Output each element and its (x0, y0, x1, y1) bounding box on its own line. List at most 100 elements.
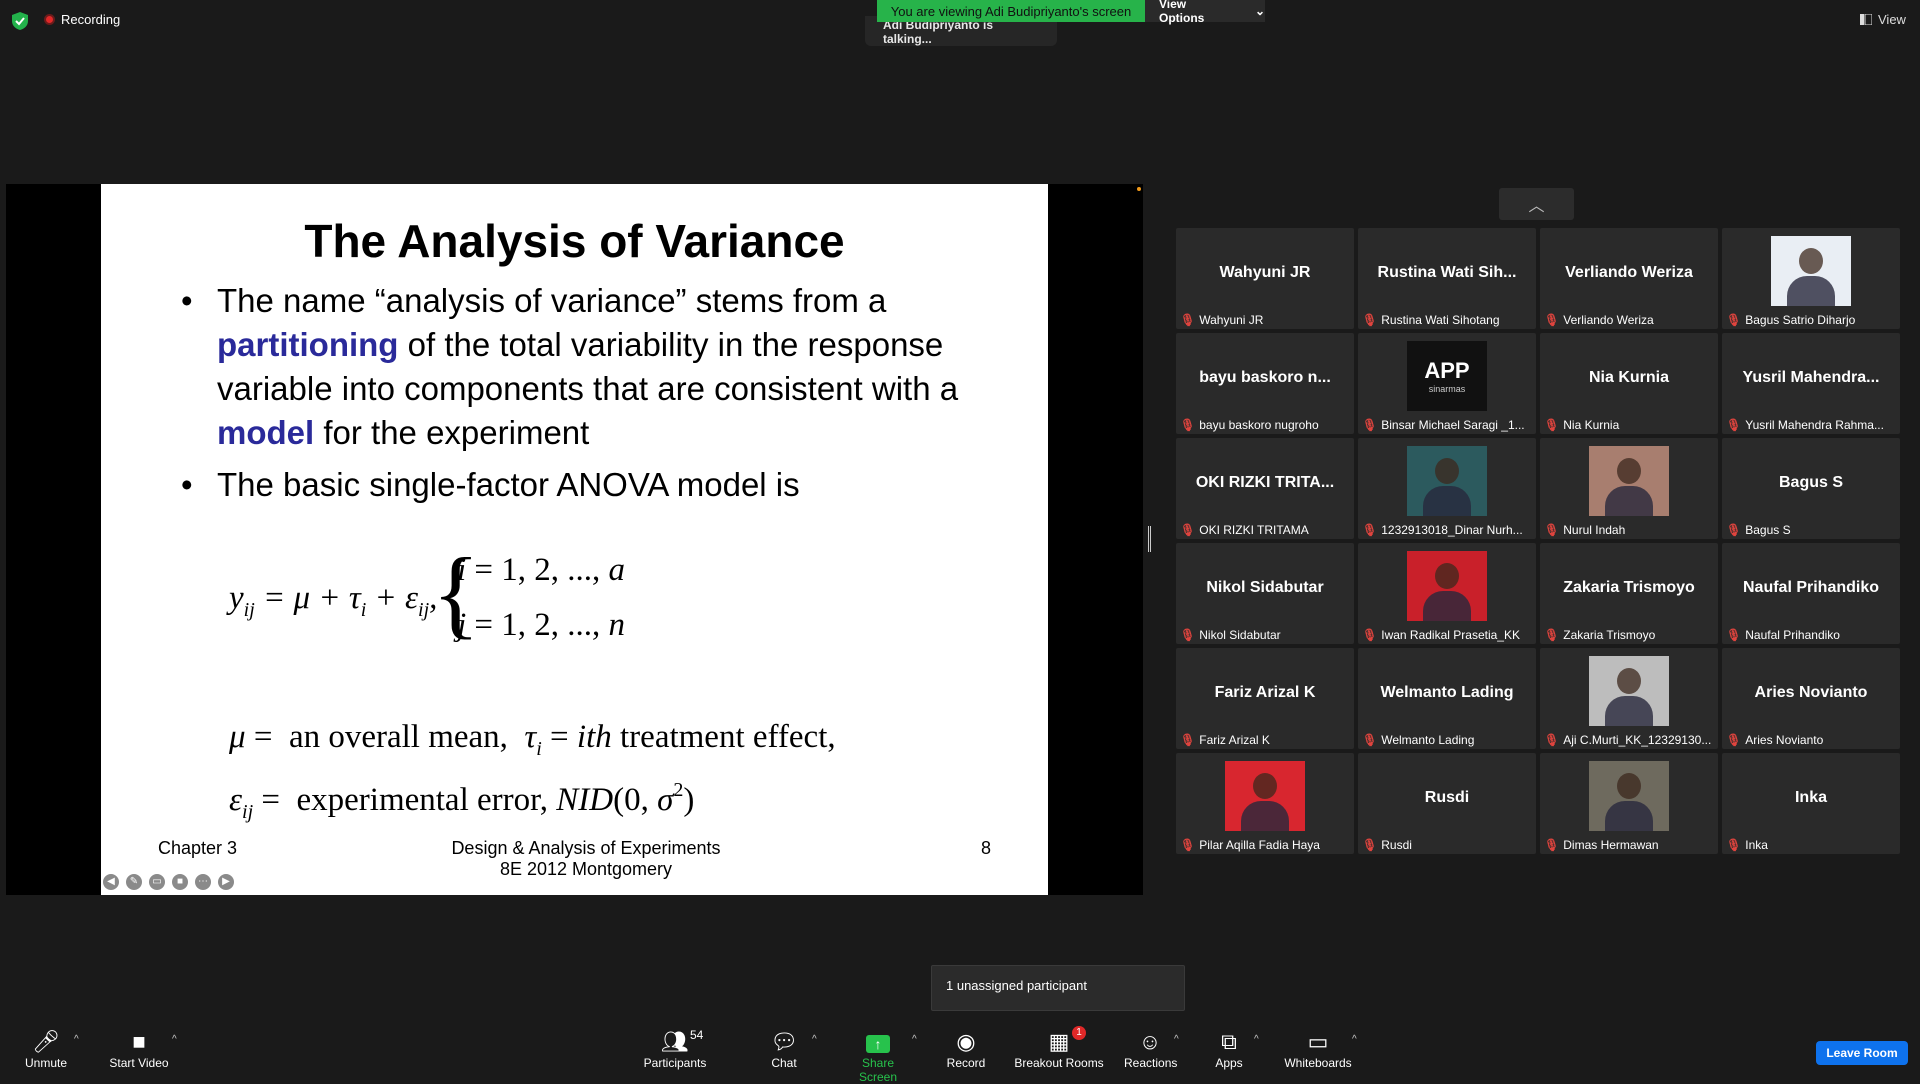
participant-display-name: Inka (1794, 789, 1827, 806)
record-button[interactable]: ◉ Record (946, 1030, 986, 1071)
chat-options-caret-icon[interactable]: ^ (812, 1034, 817, 1045)
participant-tile[interactable]: 🎙︎ Aji C.Murti_KK_12329130... (1540, 648, 1718, 749)
participant-tile[interactable]: 🎙︎ Pilar Aqilla Fadia Haya (1176, 753, 1354, 854)
participant-photo (1771, 236, 1851, 306)
participant-tile[interactable]: Wahyuni JR 🎙︎ Wahyuni JR (1176, 228, 1354, 329)
unmute-button[interactable]: 🎤︎ Unmute (22, 1030, 70, 1071)
participants-button[interactable]: 👥︎ 54 Participants (640, 1028, 710, 1070)
participant-tile[interactable]: 🎙︎ Iwan Radikal Prasetia_KK (1358, 543, 1536, 644)
view-button[interactable]: View (1860, 12, 1906, 27)
apps-options-caret-icon[interactable]: ^ (1254, 1034, 1259, 1045)
unassigned-participant-tooltip: 1 unassigned participant (931, 965, 1185, 1011)
layout-icon (1860, 14, 1872, 25)
participant-tile[interactable]: bayu baskoro n... 🎙︎ bayu baskoro nugroho (1176, 333, 1354, 434)
chevron-down-icon: ⌄ (1254, 4, 1265, 18)
epsilon-definition: εij = experimental error, NID(0, σ2) (229, 779, 695, 823)
recording-indicator[interactable]: Recording (44, 12, 120, 27)
microphone-muted-icon: 🎙︎ (1544, 418, 1560, 432)
panel-splitter-handle[interactable] (1148, 526, 1151, 552)
reactions-button[interactable]: ☺ Reactions (1124, 1029, 1177, 1071)
participant-tile[interactable]: Zakaria Trismoyo 🎙︎ Zakaria Trismoyo (1540, 543, 1718, 644)
participant-name: Wahyuni JR (1199, 313, 1264, 327)
participant-tile[interactable]: OKI RIZKI TRITA... 🎙︎ OKI RIZKI TRITAMA (1176, 438, 1354, 539)
record-label: Record (946, 1056, 986, 1070)
slide-controls: ◀ ✎ ▭ ■ ⋯ ▶ (103, 874, 234, 890)
whiteboards-button[interactable]: ▭ Whiteboards (1284, 1030, 1352, 1071)
share-screen-button[interactable]: ↑ Share Screen (842, 1030, 914, 1084)
participant-tile[interactable]: Verliando Weriza 🎙︎ Verliando Weriza (1540, 228, 1718, 329)
gallery-page-up-button[interactable]: ︿ (1499, 188, 1574, 220)
reactions-options-caret-icon[interactable]: ^ (1174, 1034, 1179, 1045)
participant-display-name: Nikol Sidabutar (1206, 579, 1324, 596)
tooltip-label: 1 unassigned participant (946, 978, 1087, 993)
captions-icon[interactable]: ▭ (149, 874, 165, 890)
participant-display-name: Verliando Weriza (1565, 264, 1693, 281)
reactions-icon: ☺ (1138, 1029, 1162, 1054)
participant-name-label: 🎙︎ Yusril Mahendra Rahma... (1726, 418, 1884, 432)
participant-name: Inka (1745, 838, 1768, 852)
participant-tile[interactable]: 🎙︎ Bagus Satrio Diharjo (1722, 228, 1900, 329)
bullet2-text: The basic single-factor ANOVA model is (217, 466, 800, 503)
silhouette-head (1253, 773, 1277, 799)
participant-tile[interactable]: Aries Novianto 🎙︎ Aries Novianto (1722, 648, 1900, 749)
silhouette-head (1617, 668, 1641, 694)
security-shield-icon[interactable] (12, 12, 28, 30)
participant-tile[interactable]: 🎙︎ 1232913018_Dinar Nurh... (1358, 438, 1536, 539)
participant-tile[interactable]: Nikol Sidabutar 🎙︎ Nikol Sidabutar (1176, 543, 1354, 644)
silhouette-head (1799, 248, 1823, 274)
participant-tile[interactable]: APP sinarmas 🎙︎ Binsar Michael Saragi _1... (1358, 333, 1536, 434)
video-options-caret-icon[interactable]: ^ (172, 1034, 177, 1045)
audio-options-caret-icon[interactable]: ^ (74, 1034, 79, 1045)
microphone-muted-icon: 🎙︎ (1726, 523, 1742, 537)
breakout-rooms-badge: 1 (1072, 1026, 1086, 1040)
participant-name: OKI RIZKI TRITAMA (1199, 523, 1309, 537)
participant-tile[interactable]: Welmanto Lading 🎙︎ Welmanto Lading (1358, 648, 1536, 749)
participant-name-label: 🎙︎ Aji C.Murti_KK_12329130... (1544, 733, 1711, 747)
apps-button[interactable]: ⧉ Apps (1213, 1029, 1245, 1071)
participant-tile[interactable]: Bagus S 🎙︎ Bagus S (1722, 438, 1900, 539)
participant-tile[interactable]: Inka 🎙︎ Inka (1722, 753, 1900, 854)
participant-tile[interactable]: Rustina Wati Sih... 🎙︎ Rustina Wati Sihota… (1358, 228, 1536, 329)
microphone-muted-icon: 🎙︎ (1362, 838, 1378, 852)
view-options-button[interactable]: View Options ⌄ (1145, 0, 1265, 25)
camera-off-icon[interactable]: ■ (172, 874, 188, 890)
view-label: View (1878, 12, 1906, 27)
silhouette-body (1423, 591, 1471, 621)
whiteboards-options-caret-icon[interactable]: ^ (1352, 1034, 1357, 1045)
microphone-muted-icon: 🎙︎ (1180, 628, 1196, 642)
breakout-rooms-button[interactable]: ▦ 1 Breakout Rooms (1014, 1026, 1104, 1070)
microphone-muted-icon: 🎙︎ (1544, 313, 1560, 327)
participant-tile[interactable]: Nia Kurnia 🎙︎ Nia Kurnia (1540, 333, 1718, 434)
logo-subtext: sinarmas (1428, 384, 1466, 394)
share-screen-icon: ↑ (842, 1030, 914, 1056)
participant-name: Nia Kurnia (1563, 418, 1620, 432)
mu-definition: μ = an overall mean, τi = ith treatment … (229, 719, 836, 760)
video-off-icon: ■ (132, 1029, 146, 1054)
leave-room-button[interactable]: Leave Room (1816, 1041, 1908, 1065)
share-options-caret-icon[interactable]: ^ (912, 1034, 917, 1045)
participant-tile[interactable]: Fariz Arizal K 🎙︎ Fariz Arizal K (1176, 648, 1354, 749)
participant-tile[interactable]: 🎙︎ Dimas Hermawan (1540, 753, 1718, 854)
participant-tile[interactable]: Naufal Prihandiko 🎙︎ Naufal Prihandiko (1722, 543, 1900, 644)
participant-display-name: Nia Kurnia (1588, 369, 1669, 386)
participant-display-name: OKI RIZKI TRITA... (1195, 474, 1335, 491)
next-slide-icon[interactable]: ▶ (218, 874, 234, 890)
participant-name-label: 🎙︎ OKI RIZKI TRITAMA (1180, 523, 1309, 537)
participant-name: Zakaria Trismoyo (1563, 628, 1656, 642)
participant-tile[interactable]: 🎙︎ Nurul Indah (1540, 438, 1718, 539)
pen-icon[interactable]: ✎ (126, 874, 142, 890)
presentation-slide: The Analysis of Variance The name “analy… (101, 184, 1048, 895)
apps-icon: ⧉ (1221, 1029, 1237, 1054)
more-options-icon[interactable]: ⋯ (195, 874, 211, 890)
participant-name: Aries Novianto (1745, 733, 1824, 747)
microphone-muted-icon: 🎙︎ (1544, 838, 1560, 852)
participant-tile[interactable]: Rusdi 🎙︎ Rusdi (1358, 753, 1536, 854)
chat-button[interactable]: 💬︎ Chat (766, 1030, 802, 1071)
microphone-muted-icon: 🎙︎ (1180, 838, 1196, 852)
participant-tile[interactable]: Yusril Mahendra... 🎙︎ Yusril Mahendra Rahm… (1722, 333, 1900, 434)
microphone-muted-icon: 🎙︎ (1726, 733, 1742, 747)
participant-name: Dimas Hermawan (1563, 838, 1659, 852)
recording-dot-icon (44, 14, 55, 25)
start-video-button[interactable]: ■ Start Video (106, 1029, 172, 1071)
previous-slide-icon[interactable]: ◀ (103, 874, 119, 890)
